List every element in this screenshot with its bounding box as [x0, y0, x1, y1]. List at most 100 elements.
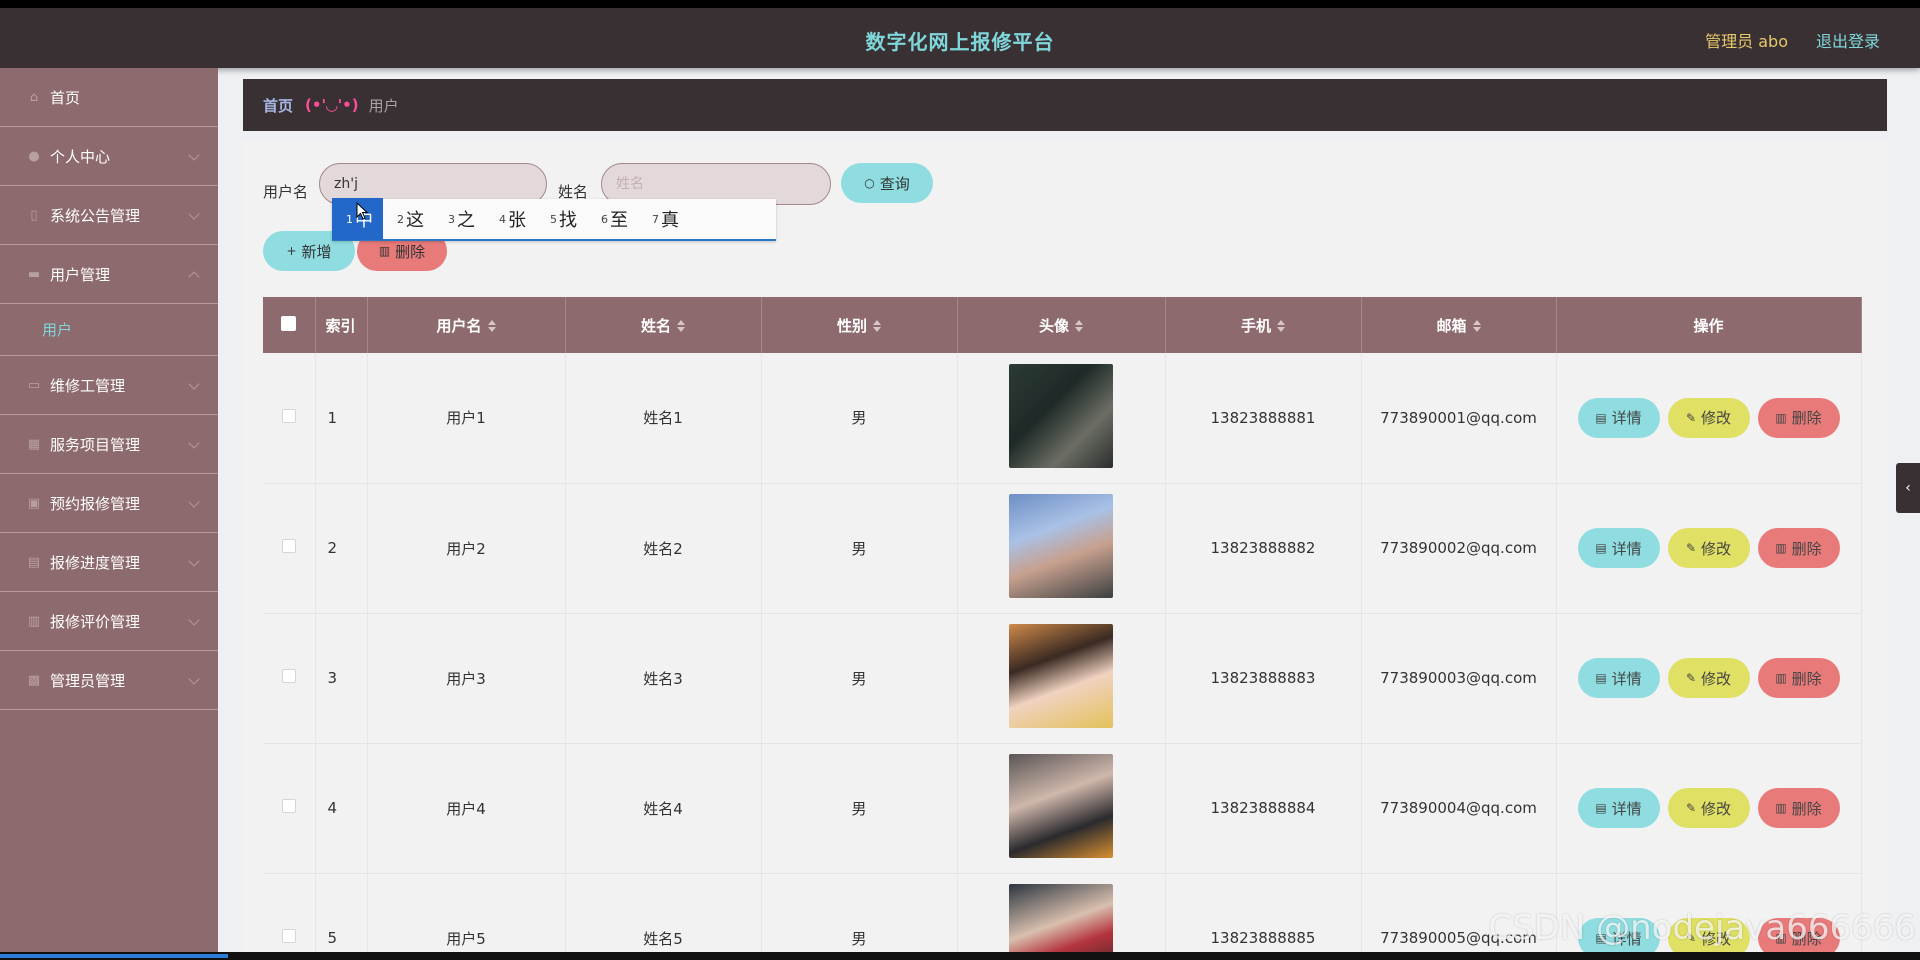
collapse-tab-button[interactable]: ‹: [1896, 463, 1920, 513]
cell-name: 姓名3: [565, 613, 762, 743]
query-button[interactable]: ○ 查询: [841, 163, 933, 203]
column-header-username[interactable]: 用户名: [367, 297, 566, 353]
detail-button[interactable]: ▤ 详情: [1577, 658, 1660, 698]
detail-button[interactable]: ▤ 详情: [1577, 788, 1660, 828]
mouse-cursor-icon: [356, 202, 368, 220]
column-header-gender[interactable]: 性别: [761, 297, 958, 353]
sidebar-item-label: 个人中心: [50, 147, 111, 166]
delete-button[interactable]: ▥ 删除: [1757, 788, 1840, 828]
ime-candidate-number: 2: [397, 212, 404, 226]
cell-email: 773890003@qq.com: [1361, 613, 1557, 743]
ime-candidate[interactable]: 2这: [383, 198, 434, 240]
ime-candidate[interactable]: 4张: [485, 198, 536, 240]
sidebar-item-admin-management[interactable]: ▩ 管理员管理: [0, 651, 218, 710]
cell-actions: ▤ 详情 ✎ 修改 ▥ 删除: [1556, 353, 1862, 483]
doc-icon: ▤: [1595, 671, 1607, 685]
cell-gender: 男: [761, 353, 958, 483]
edit-button-label: 修改: [1701, 409, 1732, 428]
chevron-down-icon: [188, 437, 200, 449]
column-header-avatar[interactable]: 头像: [957, 297, 1166, 353]
ime-candidate-number: 3: [448, 212, 455, 226]
doc-icon: ▤: [1595, 541, 1607, 555]
row-checkbox[interactable]: [281, 929, 296, 943]
sidebar-item-home[interactable]: ⌂ 首页: [0, 68, 218, 127]
video-progress-bar[interactable]: [0, 952, 1920, 960]
ime-candidate-text: 张: [508, 210, 526, 231]
cell-gender: 男: [761, 483, 958, 613]
cell-index: 1: [315, 353, 368, 483]
column-header-index: 索引: [315, 297, 368, 353]
sidebar-item-label: 预约报修管理: [50, 494, 141, 513]
sort-icon[interactable]: [677, 320, 685, 332]
column-header-label: 用户名: [436, 316, 482, 335]
detail-button[interactable]: ▤ 详情: [1577, 528, 1660, 568]
admin-user-label: 管理员 abo: [1705, 32, 1788, 51]
ime-candidate[interactable]: 6至: [587, 198, 638, 240]
column-header-name[interactable]: 姓名: [565, 297, 762, 353]
cell-phone: 13823888883: [1165, 613, 1362, 743]
sort-icon[interactable]: [487, 320, 496, 332]
app-title: 数字化网上报修平台: [865, 30, 1055, 54]
table-row: 2 用户2 姓名2 男 13823888882 773890002@qq.com ▤ 详情 ✎ 修…: [263, 483, 1862, 613]
breadcrumb-home[interactable]: 首页: [263, 95, 293, 116]
row-checkbox[interactable]: [281, 408, 296, 423]
sort-icon[interactable]: [873, 320, 881, 332]
delete-button[interactable]: ▥ 删除: [1757, 528, 1840, 568]
ime-candidate-text: 至: [610, 210, 628, 231]
edit-button[interactable]: ✎ 修改: [1667, 528, 1750, 568]
row-select-cell: [263, 483, 316, 613]
sidebar-item-booking-management[interactable]: ▣ 预约报修管理: [0, 474, 218, 533]
pencil-icon: ✎: [1685, 801, 1697, 815]
avatar: [1009, 494, 1113, 598]
trash-icon: ▥: [1775, 801, 1787, 815]
cell-phone: 13823888884: [1165, 743, 1362, 873]
cell-actions: ▤ 详情 ✎ 修改 ▥ 删除: [1556, 613, 1862, 743]
table-header-row: 索引 用户名 姓名 性别 头像 手机 邮箱 操作: [263, 297, 1862, 353]
cell-name: 姓名2: [565, 483, 762, 613]
query-button-label: 查询: [879, 174, 910, 193]
cell-actions: ▤ 详情 ✎ 修改 ▥ 删除: [1556, 743, 1862, 873]
logout-link[interactable]: 退出登录: [1816, 28, 1880, 52]
ime-candidate-text: 之: [457, 210, 475, 231]
column-header-email[interactable]: 邮箱: [1361, 297, 1557, 353]
sidebar-item-review-management[interactable]: ▥ 报修评价管理: [0, 592, 218, 651]
sort-icon[interactable]: [1472, 320, 1481, 332]
sort-icon[interactable]: [1075, 320, 1083, 332]
delete-button-label: 删除: [1791, 799, 1822, 818]
row-select-cell: [263, 743, 316, 873]
sidebar-item-personal-center[interactable]: ● 个人中心: [0, 127, 218, 186]
ime-candidate[interactable]: 3之: [434, 198, 485, 240]
row-checkbox[interactable]: [281, 669, 296, 683]
row-checkbox[interactable]: [281, 799, 296, 813]
edit-button[interactable]: ✎ 修改: [1667, 658, 1750, 698]
ime-candidate[interactable]: 5找: [536, 198, 587, 240]
breadcrumb: 首页 (•'◡'•) 用户: [243, 79, 1887, 131]
sidebar-item-label: 系统公告管理: [50, 206, 141, 225]
edit-button[interactable]: ✎ 修改: [1667, 788, 1750, 828]
sidebar-subitem-users[interactable]: 用户: [0, 304, 218, 356]
column-header-label: 姓名: [640, 316, 671, 335]
sidebar-item-service-management[interactable]: ▦ 服务项目管理: [0, 415, 218, 474]
cell-avatar: [957, 613, 1166, 743]
column-header-phone[interactable]: 手机: [1165, 297, 1362, 353]
add-button-label: 新增: [301, 242, 332, 261]
sort-icon[interactable]: [1277, 320, 1285, 332]
chevron-down-icon: [188, 208, 200, 220]
edit-button[interactable]: ✎ 修改: [1667, 397, 1750, 438]
cell-username: 用户3: [367, 613, 566, 743]
delete-button[interactable]: ▥ 删除: [1757, 658, 1840, 698]
cell-username: 用户5: [367, 873, 566, 952]
ime-candidate-text: 找: [559, 210, 577, 231]
sidebar-item-notice-management[interactable]: ▯ 系统公告管理: [0, 186, 218, 245]
chevron-down-icon: [188, 555, 200, 567]
delete-button[interactable]: ▥ 删除: [1757, 397, 1840, 438]
select-all-checkbox[interactable]: [281, 315, 297, 331]
sidebar-item-worker-management[interactable]: ▭ 维修工管理: [0, 356, 218, 415]
ime-candidate[interactable]: 7真: [638, 198, 689, 240]
sidebar-item-user-management[interactable]: ▬ 用户管理: [0, 245, 218, 304]
cell-avatar: [957, 743, 1166, 873]
notice-icon: ▯: [30, 207, 38, 223]
row-checkbox[interactable]: [281, 539, 296, 553]
detail-button[interactable]: ▤ 详情: [1577, 397, 1660, 438]
sidebar-item-progress-management[interactable]: ▤ 报修进度管理: [0, 533, 218, 592]
